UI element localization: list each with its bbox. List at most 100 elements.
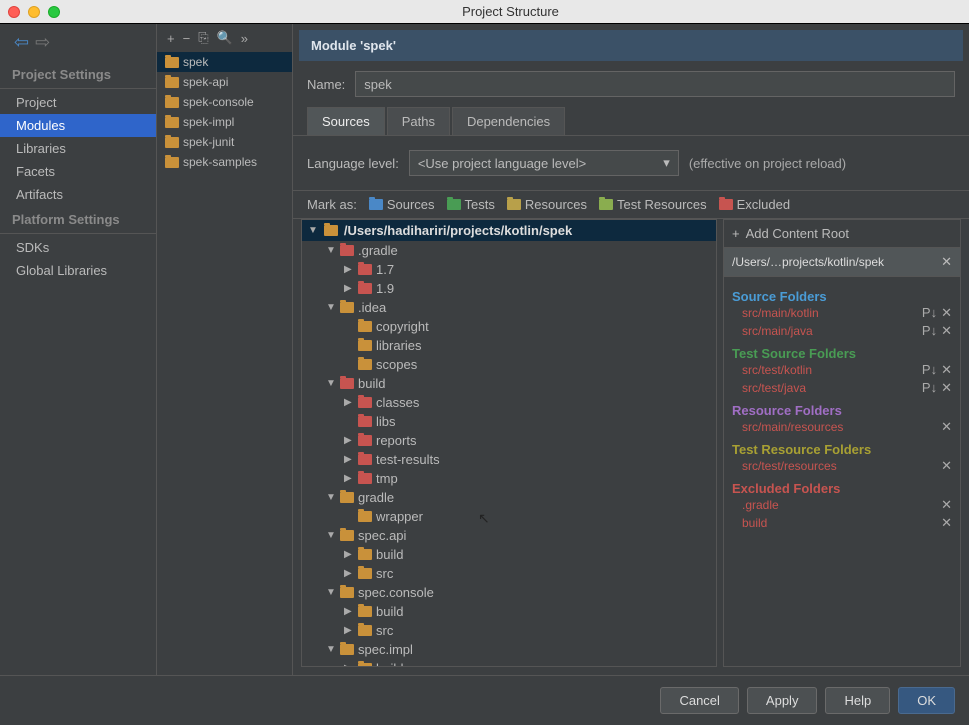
folder-item[interactable]: src/test/javaP↓✕ bbox=[732, 379, 952, 397]
folder-item[interactable]: src/main/javaP↓✕ bbox=[732, 322, 952, 340]
remove-folder-icon[interactable]: ✕ bbox=[941, 458, 952, 474]
window-maximize-icon[interactable] bbox=[48, 6, 60, 18]
disclosure-icon[interactable]: ▶ bbox=[344, 397, 354, 408]
tree-node[interactable]: ▶src bbox=[302, 564, 716, 583]
disclosure-icon[interactable]: ▶ bbox=[344, 663, 354, 667]
tab-paths[interactable]: Paths bbox=[387, 107, 450, 135]
tree-node[interactable]: copyright bbox=[302, 317, 716, 336]
remove-folder-icon[interactable]: ✕ bbox=[941, 515, 952, 531]
disclosure-icon[interactable]: ▼ bbox=[326, 530, 336, 541]
tree-node[interactable]: libraries bbox=[302, 336, 716, 355]
disclosure-icon[interactable]: ▼ bbox=[326, 644, 336, 655]
tree-node[interactable]: ▼spec.console bbox=[302, 583, 716, 602]
add-content-root-button[interactable]: + Add Content Root bbox=[723, 219, 961, 248]
nav-item-libraries[interactable]: Libraries bbox=[0, 137, 156, 160]
tree-node[interactable]: ▶src bbox=[302, 621, 716, 640]
mark-resources-button[interactable]: Resources bbox=[507, 197, 587, 212]
disclosure-icon[interactable]: ▼ bbox=[308, 225, 318, 236]
disclosure-icon[interactable] bbox=[344, 321, 354, 332]
tree-node[interactable]: ▶build bbox=[302, 659, 716, 667]
tree-node[interactable]: ▶build bbox=[302, 545, 716, 564]
tree-node[interactable]: ▶build bbox=[302, 602, 716, 621]
p-icon[interactable]: P↓ bbox=[922, 380, 937, 396]
module-item-spek-api[interactable]: spek-api bbox=[157, 72, 292, 92]
remove-content-root-icon[interactable]: ✕ bbox=[941, 254, 952, 270]
remove-folder-icon[interactable]: ✕ bbox=[941, 497, 952, 513]
disclosure-icon[interactable]: ▼ bbox=[326, 492, 336, 503]
folder-item[interactable]: build✕ bbox=[732, 514, 952, 532]
module-item-spek[interactable]: spek bbox=[157, 52, 292, 72]
p-icon[interactable]: P↓ bbox=[922, 323, 937, 339]
nav-item-sdks[interactable]: SDKs bbox=[0, 236, 156, 259]
remove-folder-icon[interactable]: ✕ bbox=[941, 419, 952, 435]
remove-folder-icon[interactable]: ✕ bbox=[941, 323, 952, 339]
folder-item[interactable]: src/main/kotlinP↓✕ bbox=[732, 304, 952, 322]
tree-node[interactable]: ▶1.7 bbox=[302, 260, 716, 279]
tree-node[interactable]: wrapper bbox=[302, 507, 716, 526]
nav-item-facets[interactable]: Facets bbox=[0, 160, 156, 183]
add-icon[interactable]: + bbox=[167, 31, 175, 46]
disclosure-icon[interactable]: ▶ bbox=[344, 625, 354, 636]
tree-node[interactable]: ▶test-results bbox=[302, 450, 716, 469]
tree-node[interactable]: libs bbox=[302, 412, 716, 431]
tree-node[interactable]: ▼.idea bbox=[302, 298, 716, 317]
disclosure-icon[interactable]: ▶ bbox=[344, 549, 354, 560]
search-icon[interactable]: 🔍 bbox=[217, 30, 233, 46]
tree-node[interactable]: ▶classes bbox=[302, 393, 716, 412]
module-item-spek-console[interactable]: spek-console bbox=[157, 92, 292, 112]
nav-item-global-libraries[interactable]: Global Libraries bbox=[0, 259, 156, 282]
folder-item[interactable]: src/test/resources✕ bbox=[732, 457, 952, 475]
window-close-icon[interactable] bbox=[8, 6, 20, 18]
window-minimize-icon[interactable] bbox=[28, 6, 40, 18]
mark-tests-button[interactable]: Tests bbox=[447, 197, 495, 212]
nav-item-modules[interactable]: Modules bbox=[0, 114, 156, 137]
tree-node[interactable]: scopes bbox=[302, 355, 716, 374]
nav-item-project[interactable]: Project bbox=[0, 91, 156, 114]
disclosure-icon[interactable]: ▶ bbox=[344, 606, 354, 617]
disclosure-icon[interactable]: ▶ bbox=[344, 283, 354, 294]
tree-node[interactable]: ▶tmp bbox=[302, 469, 716, 488]
nav-item-artifacts[interactable]: Artifacts bbox=[0, 183, 156, 206]
module-item-spek-junit[interactable]: spek-junit bbox=[157, 132, 292, 152]
tree-node[interactable]: ▼spec.api bbox=[302, 526, 716, 545]
disclosure-icon[interactable] bbox=[344, 511, 354, 522]
disclosure-icon[interactable]: ▶ bbox=[344, 473, 354, 484]
help-button[interactable]: Help bbox=[825, 687, 890, 714]
tree-node[interactable]: ▶reports bbox=[302, 431, 716, 450]
disclosure-icon[interactable]: ▶ bbox=[344, 568, 354, 579]
disclosure-icon[interactable]: ▶ bbox=[344, 264, 354, 275]
disclosure-icon[interactable]: ▶ bbox=[344, 435, 354, 446]
folder-item[interactable]: src/test/kotlinP↓✕ bbox=[732, 361, 952, 379]
disclosure-icon[interactable]: ▼ bbox=[326, 378, 336, 389]
tab-sources[interactable]: Sources bbox=[307, 107, 385, 135]
language-level-select[interactable]: <Use project language level> ▾ bbox=[409, 150, 679, 176]
tree-node[interactable]: ▼spec.impl bbox=[302, 640, 716, 659]
tree-node[interactable]: ▼.gradle bbox=[302, 241, 716, 260]
disclosure-icon[interactable]: ▶ bbox=[344, 454, 354, 465]
copy-icon[interactable]: ⎘ bbox=[198, 30, 208, 46]
remove-folder-icon[interactable]: ✕ bbox=[941, 305, 952, 321]
disclosure-icon[interactable] bbox=[344, 340, 354, 351]
folder-item[interactable]: .gradle✕ bbox=[732, 496, 952, 514]
disclosure-icon[interactable]: ▼ bbox=[326, 587, 336, 598]
back-icon[interactable]: ⇦ bbox=[14, 32, 29, 53]
disclosure-icon[interactable]: ▼ bbox=[326, 302, 336, 313]
remove-icon[interactable]: − bbox=[183, 31, 191, 46]
cancel-button[interactable]: Cancel bbox=[660, 687, 738, 714]
remove-folder-icon[interactable]: ✕ bbox=[941, 362, 952, 378]
module-item-spek-samples[interactable]: spek-samples bbox=[157, 152, 292, 172]
disclosure-icon[interactable]: ▼ bbox=[326, 245, 336, 256]
source-tree[interactable]: ▼ /Users/hadihariri/projects/kotlin/spek… bbox=[301, 219, 717, 667]
disclosure-icon[interactable] bbox=[344, 416, 354, 427]
forward-icon[interactable]: ⇨ bbox=[35, 32, 50, 53]
tab-dependencies[interactable]: Dependencies bbox=[452, 107, 565, 135]
tree-node[interactable]: ▶1.9 bbox=[302, 279, 716, 298]
mark-test-resources-button[interactable]: Test Resources bbox=[599, 197, 707, 212]
tree-node[interactable]: ▼build bbox=[302, 374, 716, 393]
p-icon[interactable]: P↓ bbox=[922, 362, 937, 378]
remove-folder-icon[interactable]: ✕ bbox=[941, 380, 952, 396]
apply-button[interactable]: Apply bbox=[747, 687, 818, 714]
mark-sources-button[interactable]: Sources bbox=[369, 197, 435, 212]
mark-excluded-button[interactable]: Excluded bbox=[719, 197, 790, 212]
tree-node[interactable]: ▼gradle bbox=[302, 488, 716, 507]
